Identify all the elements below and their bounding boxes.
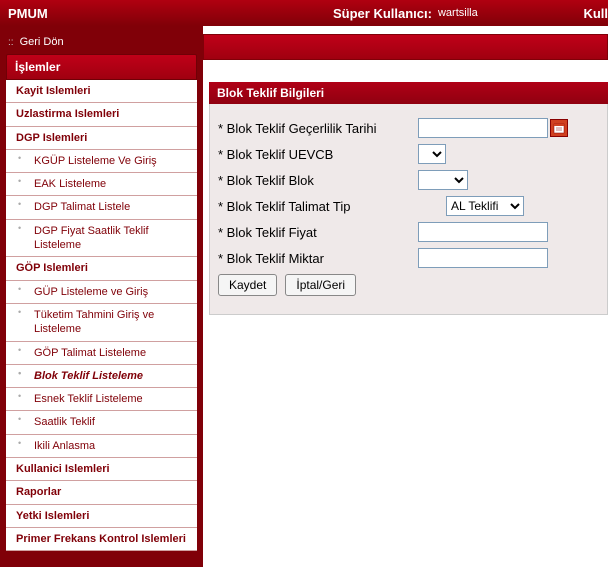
sidebar-item[interactable]: Tüketim Tahmini Giriş ve Listeleme <box>6 304 197 342</box>
sidebar-item[interactable]: Yetki Islemleri <box>6 505 197 528</box>
fiyat-label: * Blok Teklif Fiyat <box>218 225 418 240</box>
sidebar-item[interactable]: Saatlik Teklif <box>6 411 197 434</box>
date-label: * Blok Teklif Geçerlilik Tarihi <box>218 121 418 136</box>
user-name: wartsilla <box>438 7 478 19</box>
header-right-text: Kull <box>583 6 608 21</box>
sidebar-item[interactable]: Raporlar <box>6 481 197 504</box>
sidebar-item[interactable]: Ikili Anlasma <box>6 435 197 458</box>
sidebar-item[interactable]: GÖP Talimat Listeleme <box>6 342 197 365</box>
sidebar-item[interactable]: Blok Teklif Listeleme <box>6 365 197 388</box>
talimat-label: * Blok Teklif Talimat Tip <box>218 199 418 214</box>
sidebar-item[interactable]: Esnek Teklif Listeleme <box>6 388 197 411</box>
sidebar-item[interactable]: GÖP Islemleri <box>6 257 197 280</box>
sidebar-item[interactable]: Kayit Islemleri <box>6 80 197 103</box>
sidebar-item[interactable]: DGP Islemleri <box>6 127 197 150</box>
miktar-label: * Blok Teklif Miktar <box>218 251 418 266</box>
sidebar-item[interactable]: Uzlastirma Islemleri <box>6 103 197 126</box>
sidebar-item[interactable]: GÜP Listeleme ve Giriş <box>6 281 197 304</box>
menu-header: İşlemler <box>6 54 197 80</box>
blok-select[interactable] <box>418 170 468 190</box>
top-bar: PMUM Süper Kullanıcı: wartsilla Kull <box>0 0 608 26</box>
panel-body: * Blok Teklif Geçerlilik Tarihi * Blok T… <box>209 104 608 315</box>
sidebar-item[interactable]: Kullanici Islemleri <box>6 458 197 481</box>
content-area: Blok Teklif Bilgileri * Blok Teklif Geçe… <box>203 26 608 567</box>
uevcb-label: * Blok Teklif UEVCB <box>218 147 418 162</box>
cancel-button[interactable]: İptal/Geri <box>285 274 356 296</box>
sidebar-item[interactable]: Primer Frekans Kontrol Islemleri <box>6 528 197 551</box>
app-name: PMUM <box>0 6 203 21</box>
panel-title: Blok Teklif Bilgileri <box>209 82 608 104</box>
save-button[interactable]: Kaydet <box>218 274 277 296</box>
blok-label: * Blok Teklif Blok <box>218 173 418 188</box>
calendar-icon[interactable] <box>550 119 568 137</box>
user-role-label: Süper Kullanıcı: <box>333 6 432 21</box>
fiyat-input[interactable] <box>418 222 548 242</box>
back-link[interactable]: Geri Dön <box>6 34 197 54</box>
sidebar-item[interactable]: KGÜP Listeleme Ve Giriş <box>6 150 197 173</box>
sidebar: Geri Dön İşlemler Kayit IslemleriUzlasti… <box>0 26 203 567</box>
sidebar-item[interactable]: EAK Listeleme <box>6 173 197 196</box>
miktar-input[interactable] <box>418 248 548 268</box>
date-input[interactable] <box>418 118 548 138</box>
sidebar-item[interactable]: DGP Fiyat Saatlik Teklif Listeleme <box>6 220 197 258</box>
sidebar-item[interactable]: DGP Talimat Listele <box>6 196 197 219</box>
uevcb-select[interactable] <box>418 144 446 164</box>
toolbar-strip <box>203 34 608 60</box>
talimat-select[interactable]: AL Teklifi <box>446 196 524 216</box>
